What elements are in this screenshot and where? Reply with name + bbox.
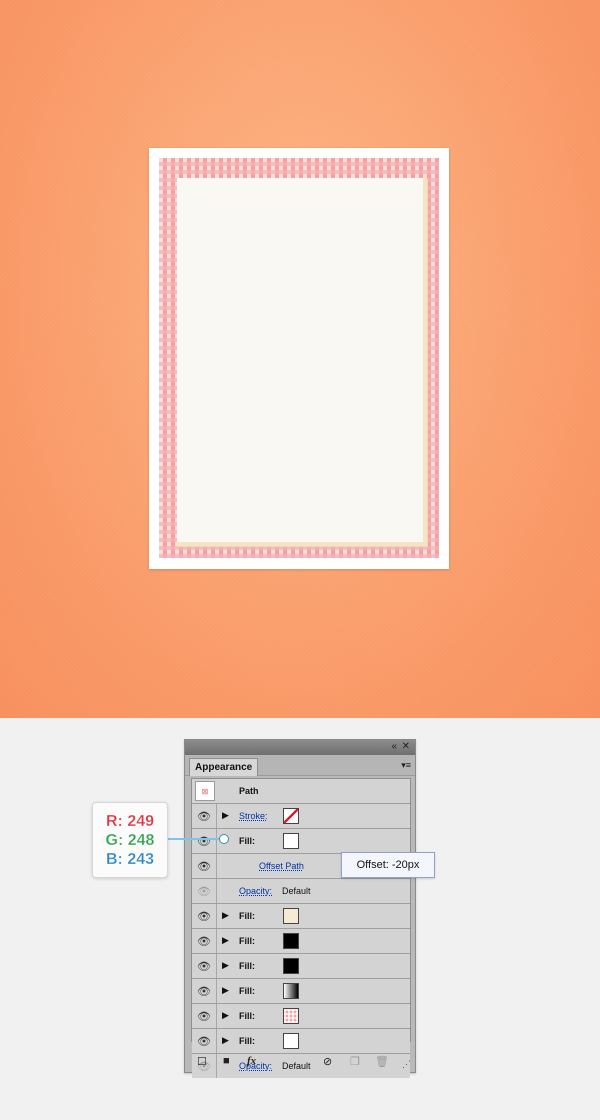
fill-swatch-black[interactable] [283, 933, 299, 949]
eye-icon[interactable]: 👁 [192, 904, 217, 928]
fill-label: Fill: [239, 936, 255, 946]
rgb-blue-value: B: 243 [105, 851, 155, 869]
eye-icon[interactable]: 👁 [192, 979, 217, 1003]
stroke-label[interactable]: Stroke: [239, 811, 268, 821]
rgb-callout: R: 249 G: 248 B: 243 [92, 802, 168, 878]
eye-icon[interactable]: 👁 [192, 804, 217, 828]
disclosure-triangle-icon[interactable]: ▶ [222, 810, 229, 821]
offset-path-link[interactable]: Offset Path [259, 861, 304, 871]
eye-icon[interactable]: 👁 [192, 879, 217, 903]
list-item[interactable]: 👁 ▶ Fill: [192, 954, 410, 979]
panel-tab-row: Appearance ▾≡ [185, 755, 415, 776]
eye-icon[interactable]: 👁 [192, 1004, 217, 1028]
fill-label: Fill: [239, 1036, 255, 1046]
callout-dot [219, 834, 229, 844]
trash-icon[interactable]: 🗑 [375, 1055, 389, 1068]
disclosure-triangle-icon[interactable]: ▶ [222, 1010, 229, 1021]
list-item[interactable]: 👁 ▶ Fill: [192, 1004, 410, 1029]
collapse-icon[interactable]: « [391, 741, 397, 753]
resize-grip-icon[interactable]: ⋰ [402, 1059, 411, 1070]
opacity-link[interactable]: Opacity: [239, 886, 272, 896]
list-item[interactable]: 👁 ▶ Fill: [192, 929, 410, 954]
clear-appearance-icon[interactable]: ⊘ [323, 1055, 332, 1068]
fill-swatch-white[interactable] [283, 1033, 299, 1049]
fill-label: Fill: [239, 961, 255, 971]
disclosure-triangle-icon[interactable]: ▶ [222, 960, 229, 971]
fill-swatch-gradient[interactable] [283, 983, 299, 999]
disclosure-triangle-icon[interactable]: ▶ [222, 1035, 229, 1046]
path-title-row[interactable]: ⊠ Path [192, 779, 410, 804]
eye-icon[interactable]: 👁 [192, 854, 217, 878]
picnic-card [149, 148, 449, 569]
fx-button[interactable]: fx [247, 1055, 256, 1067]
list-item[interactable]: 👁 Opacity: Default [192, 879, 410, 904]
close-icon[interactable]: ✕ [402, 741, 410, 753]
appearance-list: ⊠ Path 👁 ▶ Stroke: 👁 Fill: 👁 Offset Path… [191, 778, 411, 1078]
path-title: Path [239, 786, 259, 796]
gingham-border [159, 158, 439, 558]
fill-label: Fill: [239, 911, 255, 921]
add-fill-icon[interactable]: ■ [223, 1055, 230, 1067]
eye-icon[interactable]: 👁 [192, 829, 217, 853]
tab-appearance[interactable]: Appearance [189, 758, 259, 776]
list-item[interactable]: 👁 ▶ Stroke: [192, 804, 410, 829]
panel-footer: ☐ ■ fx ⊘ ❐ 🗑 ⋰ [185, 1052, 415, 1072]
eye-icon[interactable]: 👁 [192, 1029, 217, 1053]
disclosure-triangle-icon[interactable]: ▶ [222, 935, 229, 946]
list-item[interactable]: 👁 ▶ Fill: [192, 904, 410, 929]
eye-icon[interactable]: 👁 [192, 929, 217, 953]
panel-titlebar: « ✕ [185, 740, 415, 755]
add-stroke-icon[interactable]: ☐ [197, 1055, 207, 1068]
fill-swatch-cream[interactable] [283, 908, 299, 924]
eye-icon[interactable]: 👁 [192, 954, 217, 978]
list-item[interactable]: 👁 ▶ Fill: [192, 979, 410, 1004]
offset-tooltip: Offset: -20px [341, 852, 435, 878]
fill-label: Fill: [239, 986, 255, 996]
fill-swatch-gingham[interactable] [283, 1008, 299, 1024]
fill-swatch-white[interactable] [283, 833, 299, 849]
rgb-red-value: R: 249 [105, 813, 155, 831]
appearance-panel: « ✕ Appearance ▾≡ ⊠ Path 👁 ▶ Stroke: 👁 F… [184, 739, 416, 1078]
callout-connector [167, 838, 224, 840]
stroke-none-swatch[interactable] [283, 808, 299, 824]
path-thumbnail: ⊠ [195, 781, 215, 801]
rgb-green-value: G: 248 [105, 832, 155, 850]
fill-swatch-black[interactable] [283, 958, 299, 974]
disclosure-triangle-icon[interactable]: ▶ [222, 910, 229, 921]
panel-menu-icon[interactable]: ▾≡ [401, 760, 411, 771]
disclosure-triangle-icon[interactable]: ▶ [222, 985, 229, 996]
card-inner-area [177, 178, 427, 546]
fill-label: Fill: [239, 836, 255, 846]
fill-label: Fill: [239, 1011, 255, 1021]
duplicate-item-icon[interactable]: ❐ [350, 1055, 360, 1068]
opacity-value: Default [282, 886, 311, 896]
list-item[interactable]: 👁 ▶ Fill: [192, 1029, 410, 1054]
